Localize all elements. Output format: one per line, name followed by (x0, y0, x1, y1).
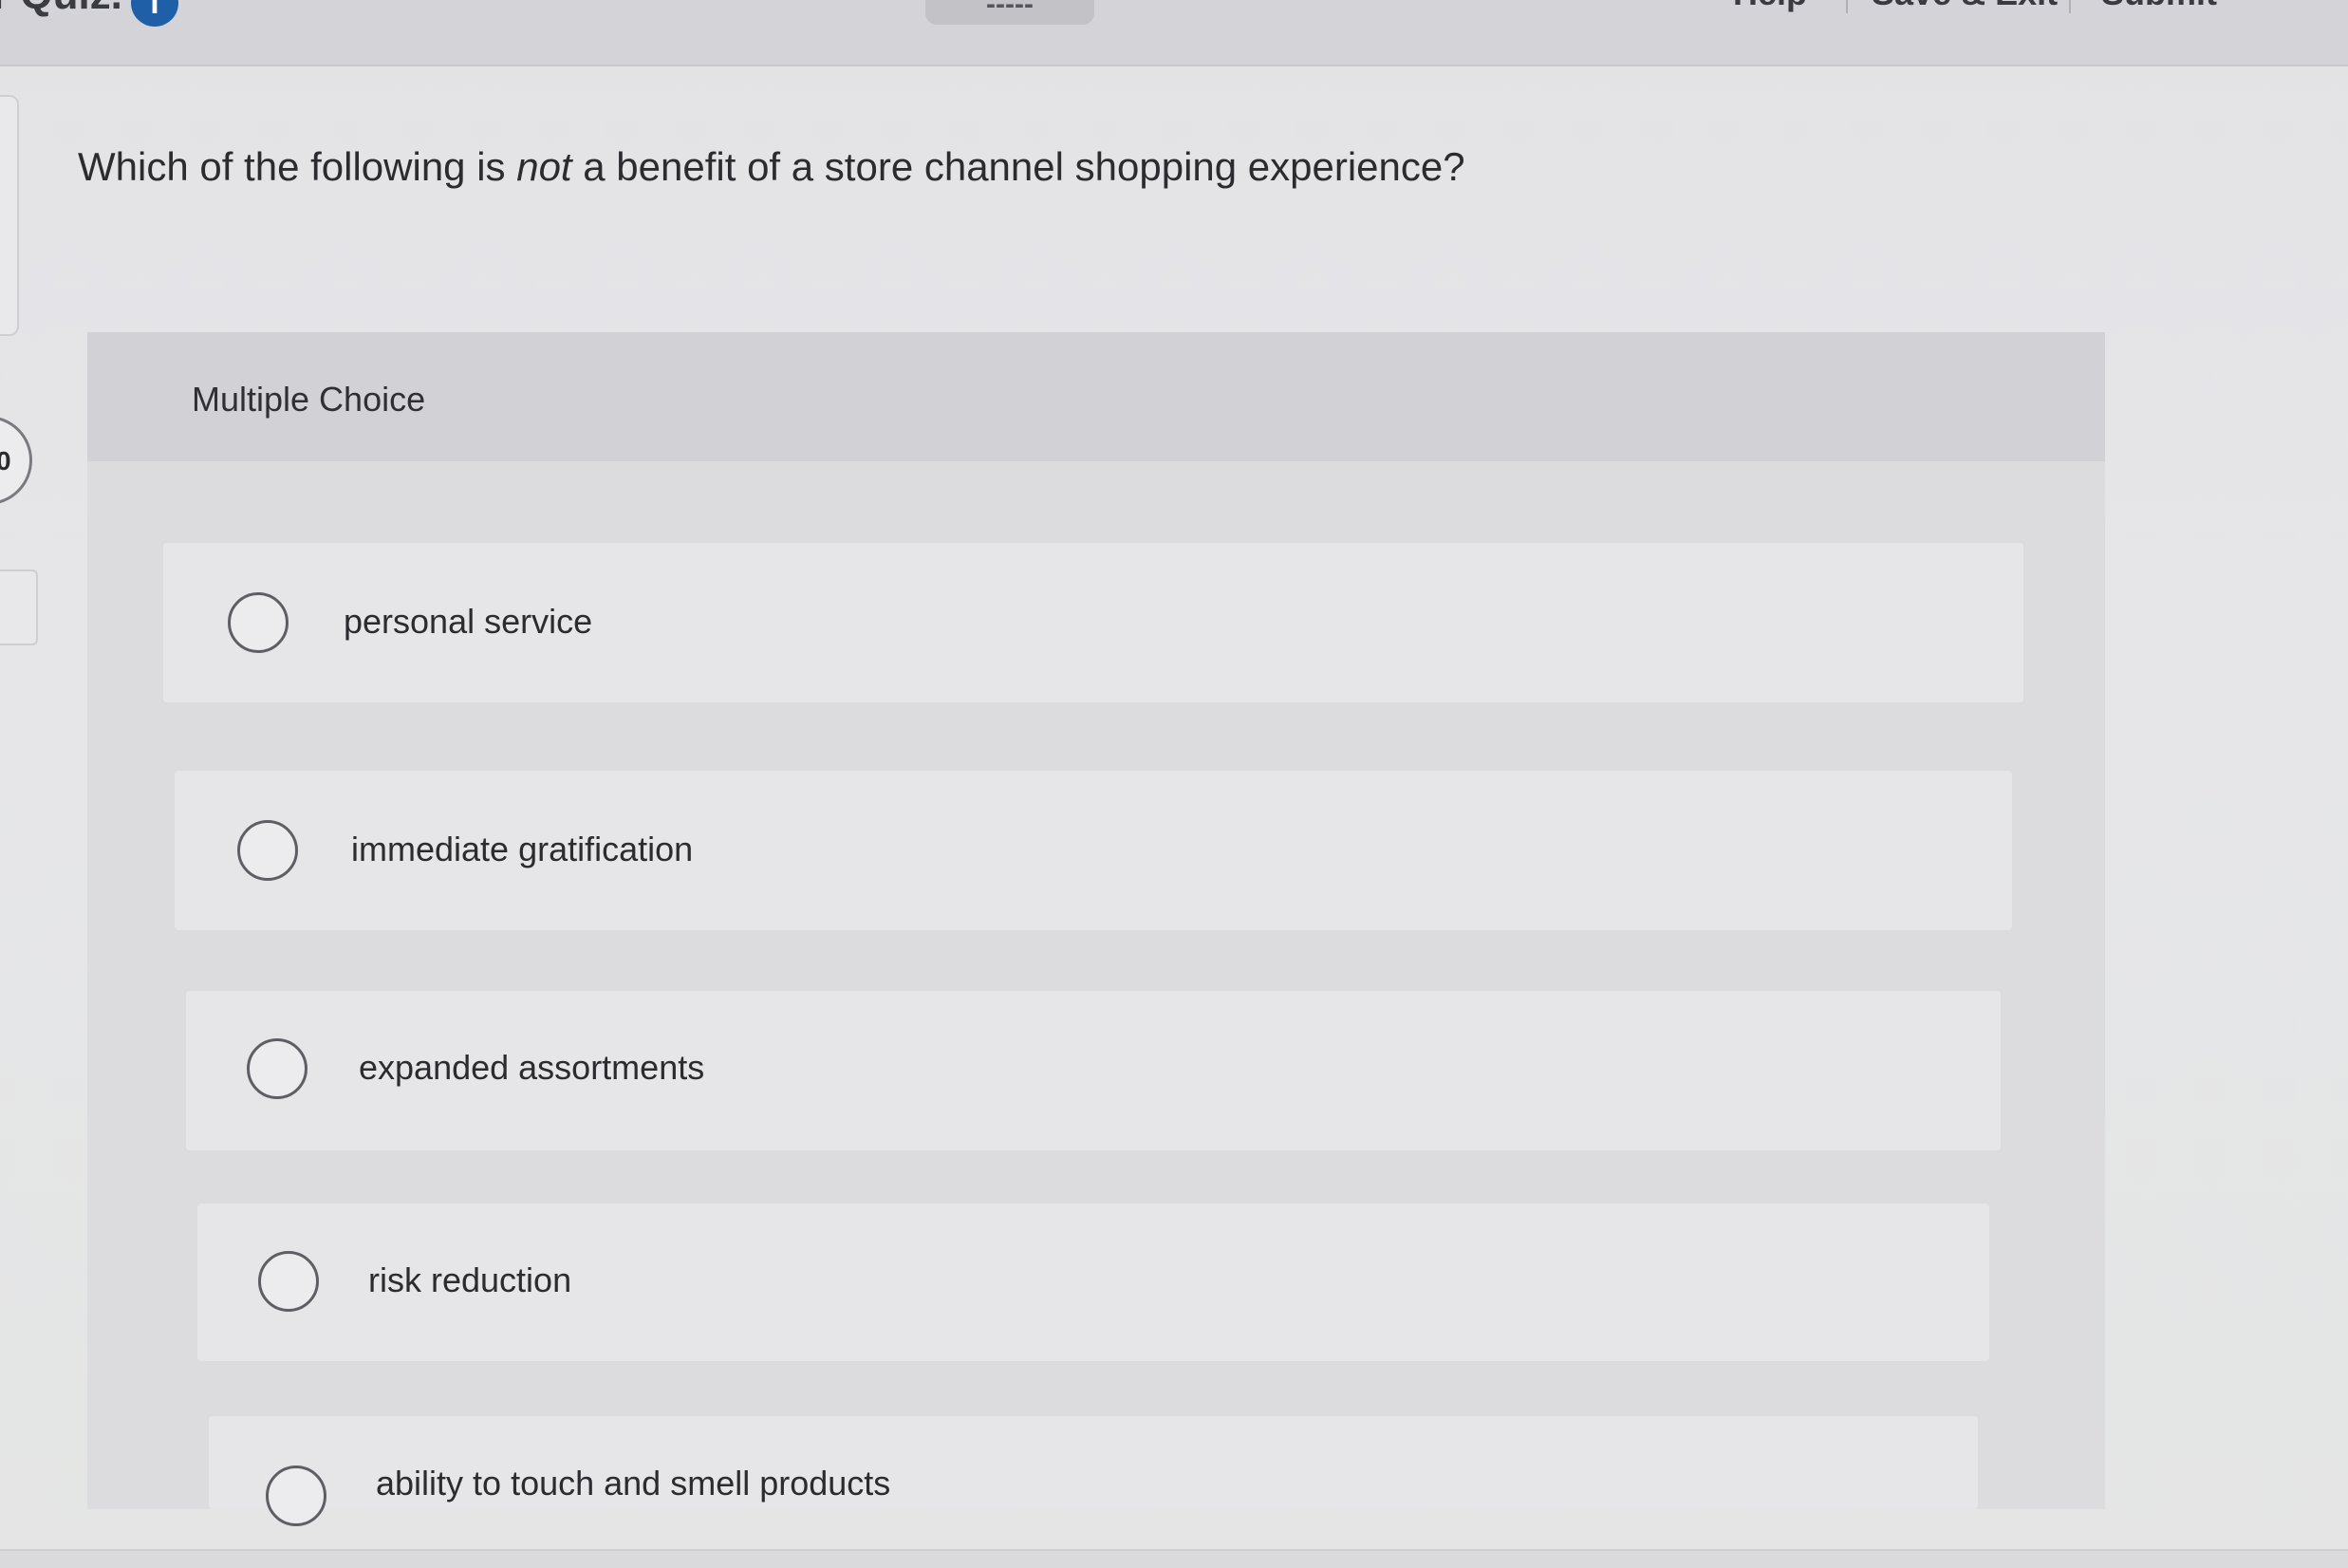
question-number: 0 (0, 446, 11, 476)
answer-panel: Multiple Choice personal service immedia… (87, 332, 2105, 1526)
left-side-panel (0, 95, 19, 336)
answer-option[interactable]: risk reduction (197, 1204, 1989, 1361)
help-button[interactable]: Help (1733, 0, 1807, 13)
answer-option[interactable]: immediate gratification (175, 771, 2012, 930)
page-bottom-edge (0, 1549, 2348, 1568)
info-icon[interactable]: i (131, 0, 178, 27)
question-text: Which of the following is not a benefit … (78, 144, 1465, 190)
radio-button[interactable] (266, 1465, 326, 1526)
header-divider (2069, 0, 2071, 13)
answer-option[interactable]: expanded assortments (186, 991, 2001, 1150)
answer-option-label: expanded assortments (359, 1048, 705, 1087)
save-exit-button[interactable]: Save & Exit (1872, 0, 2058, 13)
answer-option-label: ability to touch and smell products (376, 1464, 891, 1503)
question-nav-tab[interactable]: ----- (925, 0, 1094, 25)
answer-option[interactable]: personal service (163, 543, 2023, 702)
quiz-title: r Quiz. (0, 0, 122, 19)
left-side-control[interactable] (0, 569, 38, 645)
radio-button[interactable] (247, 1038, 307, 1099)
radio-button[interactable] (258, 1251, 319, 1312)
answer-panel-header: Multiple Choice (87, 332, 2105, 461)
question-emphasis: not (516, 144, 572, 189)
question-type-label: Multiple Choice (192, 380, 426, 419)
submit-button[interactable]: Submit (2101, 0, 2217, 13)
radio-button[interactable] (237, 820, 298, 881)
header-divider (1846, 0, 1848, 13)
answer-option-label: personal service (344, 602, 593, 641)
answer-option[interactable]: ability to touch and smell products (209, 1416, 1978, 1526)
radio-button[interactable] (228, 592, 289, 653)
quiz-header-bar: r Quiz. i ----- Help Save & Exit Submit (0, 0, 2348, 66)
answer-option-label: risk reduction (368, 1260, 572, 1299)
answer-option-label: immediate gratification (351, 830, 694, 868)
question-nav-tab-label: ----- (986, 0, 1034, 20)
question-text-after: a benefit of a store channel shopping ex… (571, 144, 1465, 189)
question-text-before: Which of the following is (78, 144, 517, 189)
